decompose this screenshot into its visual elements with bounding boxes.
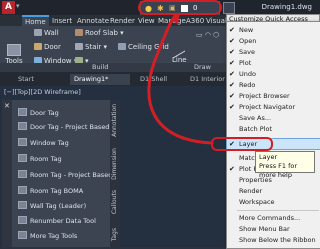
check-icon: ✔ <box>229 103 235 111</box>
menu-item-save[interactable]: ✔ Save <box>227 47 320 57</box>
renumber-icon <box>18 216 27 224</box>
layer-tooltip: Layer Press F1 for more help <box>255 151 315 179</box>
check-icon: ✔ <box>229 92 235 100</box>
door-tag-icon <box>18 108 27 116</box>
tab-a360[interactable]: A360 <box>186 16 204 26</box>
more-tag-tools-icon <box>18 231 27 239</box>
palette-tab-dimension[interactable]: Dimension <box>111 148 118 180</box>
menu-item-render[interactable]: Render <box>227 186 320 196</box>
tab-view[interactable]: View <box>138 16 155 26</box>
menu-item-show-menu-bar[interactable]: Show Menu Bar <box>227 224 320 234</box>
door-button[interactable]: Door <box>34 42 61 52</box>
quick-access-dropdown[interactable] <box>223 2 235 14</box>
draw-panel-label: Draw <box>194 63 211 71</box>
menu-item-batch-plot[interactable]: Batch Plot <box>227 124 320 134</box>
room-tag-project-icon <box>18 170 27 178</box>
tool-palette: Door Tag Door Tag - Project Based Window… <box>2 100 112 247</box>
doc-tab-start[interactable]: Start <box>14 74 54 85</box>
check-icon: ✔ <box>229 70 235 78</box>
palette-tab-annotation[interactable]: Annotation <box>111 104 118 137</box>
highlight-quick-access-group <box>138 0 222 15</box>
build-panel-label: Build <box>92 63 109 71</box>
tab-insert[interactable]: Insert <box>52 16 72 26</box>
palette-item-room-tag-project[interactable]: Room Tag - Project Based <box>18 170 112 181</box>
palette-vertical-tabs: Annotation Dimension Callouts Tags <box>110 100 120 247</box>
check-icon: ✔ <box>229 165 235 173</box>
menu-item-more-commands[interactable]: More Commands... <box>227 213 320 223</box>
app-logo[interactable]: A <box>2 1 15 14</box>
palette-item-door-tag-project[interactable]: Door Tag - Project Based <box>18 122 109 133</box>
menu-item-project-browser[interactable]: ✔ Project Browser <box>227 91 320 101</box>
palette-item-door-tag[interactable]: Door Tag <box>18 108 59 119</box>
menu-separator <box>237 210 319 211</box>
tooltip-text: Press F1 for more help <box>259 162 298 179</box>
palette-close-icon[interactable]: ✕ <box>4 102 10 110</box>
palette-item-room-tag[interactable]: Room Tag <box>18 154 62 165</box>
palette-item-more-tag-tools[interactable]: More Tag Tools <box>18 231 77 242</box>
menu-item-undo[interactable]: ✔ Undo <box>227 69 320 79</box>
document-title: Drawing1.dwg <box>261 3 312 11</box>
menu-item-open[interactable]: ✔ Open <box>227 36 320 46</box>
palette-item-wall-tag[interactable]: Wall Tag (Leader) <box>18 201 86 212</box>
menu-item-project-navigator[interactable]: ✔ Project Navigator <box>227 102 320 112</box>
tab-manage[interactable]: Manage <box>158 16 186 26</box>
palette-tab-tags[interactable]: Tags <box>111 228 118 241</box>
menu-item-show-below-ribbon[interactable]: Show Below the Ribbon <box>227 235 320 245</box>
check-icon: ✔ <box>229 59 235 67</box>
door-tag-project-icon <box>18 122 27 130</box>
stair-button[interactable]: Stair ▾ <box>75 42 107 52</box>
door-icon <box>34 43 42 50</box>
tools-icon <box>7 44 21 56</box>
doc-tab-d1-shell[interactable]: D1 Shell <box>136 74 180 85</box>
tab-render[interactable]: Render <box>110 16 135 26</box>
palette-item-renumber[interactable]: Renumber Data Tool <box>18 216 96 227</box>
wall-button[interactable]: Wall <box>34 28 59 38</box>
menu-item-plot[interactable]: ✔ Plot <box>227 58 320 68</box>
palette-item-window-tag[interactable]: Window Tag <box>18 138 69 149</box>
tab-visual[interactable]: Visual <box>206 16 227 26</box>
app-menu-dropdown-icon[interactable]: ▾ <box>16 2 26 12</box>
viewport-label[interactable]: [−][Top][2D Wireframe] <box>4 88 81 96</box>
check-icon: ✔ <box>229 81 235 89</box>
palette-tab-callouts[interactable]: Callouts <box>111 190 118 214</box>
check-icon: ✔ <box>229 48 235 56</box>
stair-icon <box>75 43 83 50</box>
customize-qat-menu: ✔ New ✔ Open ✔ Save ✔ Plot ✔ Undo ✔ Redo ✔ Proj… <box>226 21 320 249</box>
menu-item-workspace[interactable]: Workspace <box>227 197 320 207</box>
check-icon: ✔ <box>229 37 235 45</box>
menu-item-redo[interactable]: ✔ Redo <box>227 80 320 90</box>
window-tag-icon <box>18 138 27 146</box>
check-icon: ✔ <box>229 26 235 34</box>
roof-slab-button[interactable]: Roof Slab ▾ <box>75 28 124 38</box>
menu-item-new[interactable]: ✔ New <box>227 25 320 35</box>
doc-tab-d1-interior[interactable]: D1 Interior <box>186 74 230 85</box>
palette-title-strip[interactable]: ✕ <box>2 100 12 247</box>
line-button[interactable]: Line <box>172 40 187 64</box>
palette-item-room-tag-boma[interactable]: Room Tag BOMA <box>18 186 83 197</box>
highlight-layer-item <box>211 137 273 151</box>
tab-annotate[interactable]: Annotate <box>77 16 109 26</box>
room-tag-boma-icon <box>18 186 27 194</box>
wall-tag-icon <box>18 201 27 209</box>
tools-button[interactable]: Tools <box>4 44 24 65</box>
tooltip-title: Layer <box>259 153 278 161</box>
draw-tools[interactable]: ▭ ◠ ⬡ <box>196 30 219 40</box>
wall-icon <box>34 29 42 36</box>
menu-item-save-as[interactable]: Save As... <box>227 113 320 123</box>
doc-tab-drawing1[interactable]: Drawing1* <box>70 74 130 85</box>
room-tag-icon <box>18 154 27 162</box>
roof-slab-icon <box>75 29 83 36</box>
ceiling-grid-button[interactable]: Ceiling Grid <box>118 42 169 52</box>
ceiling-grid-icon <box>118 43 126 50</box>
